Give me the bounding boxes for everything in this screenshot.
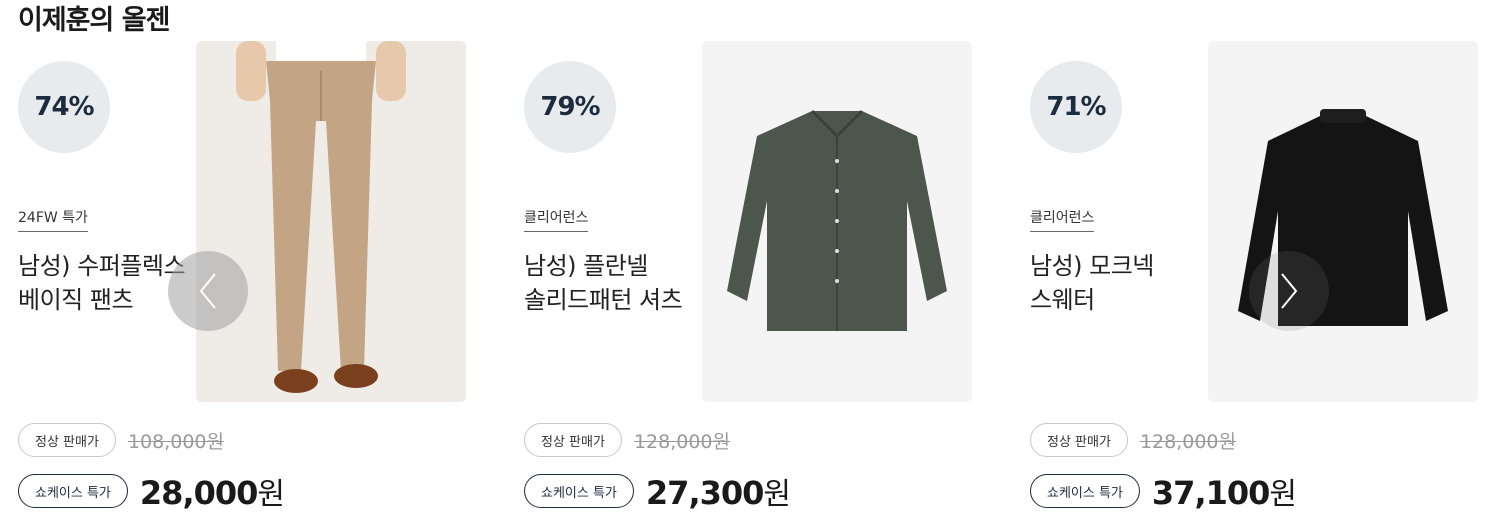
- regular-price-label: 정상 판매가: [524, 423, 622, 457]
- special-price-label: 쇼케이스 특가: [18, 474, 128, 508]
- carousel-next-button[interactable]: [1249, 251, 1329, 331]
- regular-price-row: 정상 판매가 108,000원: [18, 423, 224, 457]
- section-title: 이제훈의 올젠: [18, 5, 170, 36]
- sale-price-amount: 28,000: [139, 474, 258, 512]
- currency-unit: 원: [257, 477, 285, 512]
- sale-price: 27,300원: [645, 469, 791, 513]
- product-tag: 24FW 특가: [18, 209, 88, 232]
- product-image-sweater[interactable]: [1208, 41, 1478, 402]
- special-price-row: 쇼케이스 특가 37,100원: [1030, 469, 1297, 513]
- product-tag: 클리어런스: [1030, 209, 1095, 232]
- sale-price: 28,000원: [139, 469, 285, 513]
- product-image-shirt[interactable]: [702, 41, 972, 402]
- discount-badge: 79%: [524, 61, 616, 153]
- currency-unit: 원: [1269, 477, 1297, 512]
- carousel-prev-button[interactable]: [168, 251, 248, 331]
- product-tag: 클리어런스: [524, 209, 589, 232]
- sale-price-amount: 27,300: [645, 474, 764, 512]
- product-card[interactable]: 74% 24FW 특가 남성) 수퍼플렉스 베이직 팬츠 정상 판매가 108,…: [18, 41, 488, 513]
- chevron-right-icon: [1281, 273, 1298, 309]
- special-price-label: 쇼케이스 특가: [524, 474, 634, 508]
- product-name[interactable]: 남성) 플란넬 솔리드패턴 셔츠: [524, 249, 784, 317]
- product-name-line: 솔리드패턴 셔츠: [524, 286, 683, 314]
- regular-price: 128,000원: [633, 430, 730, 453]
- regular-price-row: 정상 판매가 128,000원: [524, 423, 730, 457]
- product-name-line: 남성) 플란넬: [524, 252, 648, 280]
- regular-price-label: 정상 판매가: [1030, 423, 1128, 457]
- product-image-pants[interactable]: [196, 41, 466, 402]
- discount-badge: 71%: [1030, 61, 1122, 153]
- chevron-left-icon: [199, 273, 216, 309]
- special-price-row: 쇼케이스 특가 28,000원: [18, 469, 285, 513]
- sale-price-amount: 37,100: [1151, 474, 1270, 512]
- regular-price-label: 정상 판매가: [18, 423, 116, 457]
- special-price-row: 쇼케이스 특가 27,300원: [524, 469, 791, 513]
- discount-badge: 74%: [18, 61, 110, 153]
- currency-unit: 원: [763, 477, 791, 512]
- regular-price: 108,000원: [127, 430, 224, 453]
- product-card[interactable]: 79% 클리어런스 남성) 플란넬 솔리드패턴 셔츠 정상 판매가 128,00…: [524, 41, 994, 513]
- special-price-label: 쇼케이스 특가: [1030, 474, 1140, 508]
- regular-price: 128,000원: [1139, 430, 1236, 453]
- sale-price: 37,100원: [1151, 469, 1297, 513]
- regular-price-row: 정상 판매가 128,000원: [1030, 423, 1236, 457]
